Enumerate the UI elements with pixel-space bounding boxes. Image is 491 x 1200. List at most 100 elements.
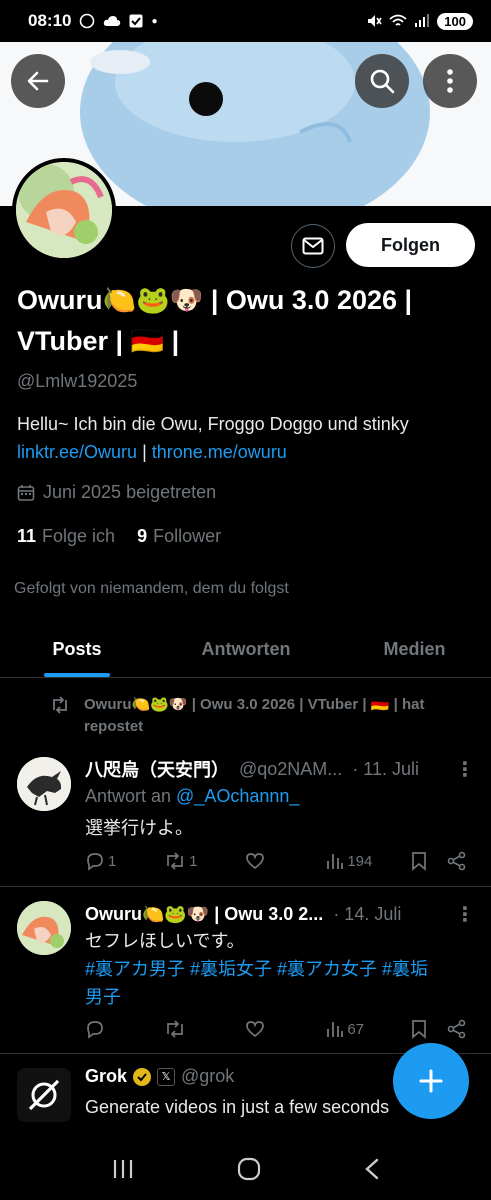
display-name-line-1: Owuru🍋🐸🐶 | Owu 3.0 2026 | bbox=[17, 285, 413, 315]
bio-separator: | bbox=[137, 442, 152, 462]
post-divider bbox=[0, 886, 491, 887]
cloud-icon bbox=[104, 16, 121, 26]
bookmark-button[interactable] bbox=[411, 851, 447, 871]
following-count: 11 bbox=[17, 526, 37, 546]
joined-date: Juni 2025 beigetreten bbox=[17, 482, 216, 503]
reply-button[interactable] bbox=[85, 1019, 164, 1039]
following-stat[interactable]: 11 Folge ich bbox=[17, 526, 115, 547]
following-label: Folge ich bbox=[42, 526, 116, 546]
post-header: Grok 𝕏 @grok bbox=[85, 1066, 234, 1087]
post-header: 八咫烏（天安門） @qo2NAM... · 11. Juli ⋮ bbox=[85, 756, 475, 782]
hashtags-line-2[interactable]: 男子 bbox=[85, 983, 480, 1011]
android-nav-bar bbox=[0, 1138, 491, 1200]
profile-avatar[interactable] bbox=[12, 158, 116, 262]
x-affiliate-icon: 𝕏 bbox=[157, 1067, 176, 1086]
repost-icon bbox=[167, 1020, 183, 1038]
bookmark-button[interactable] bbox=[411, 1019, 447, 1039]
tab-posts[interactable]: Posts bbox=[0, 622, 154, 677]
repost-note-text[interactable]: Owuru🍋🐸🐶 | Owu 3.0 2026 | VTuber | 🇩🇪 | … bbox=[84, 694, 484, 738]
share-icon bbox=[447, 851, 466, 871]
plus-icon bbox=[419, 1069, 443, 1093]
repost-indicator: Owuru🍋🐸🐶 | Owu 3.0 2026 | VTuber | 🇩🇪 | … bbox=[50, 694, 484, 738]
share-button[interactable] bbox=[447, 1019, 467, 1039]
bookmark-icon bbox=[412, 1020, 427, 1039]
like-button[interactable] bbox=[245, 1020, 326, 1038]
profile-handle: @Lmlw192025 bbox=[17, 371, 138, 391]
views-count: 67 bbox=[347, 1020, 365, 1038]
follow-button[interactable]: Folgen bbox=[346, 223, 475, 267]
grok-logo-icon bbox=[28, 1079, 60, 1111]
wifi-icon bbox=[389, 14, 407, 26]
check-square-icon bbox=[129, 14, 143, 28]
tab-media[interactable]: Medien bbox=[338, 622, 491, 677]
followers-count: 9 bbox=[137, 526, 148, 546]
repost-icon bbox=[53, 696, 67, 714]
display-name-line-2: VTuber | 🇩🇪 | bbox=[17, 326, 180, 356]
hashtags-line-1[interactable]: #裏アカ男子 #裏垢女子 #裏アカ女子 #裏垢 bbox=[85, 955, 480, 983]
views-count: 194 bbox=[347, 852, 373, 870]
reply-to-handle[interactable]: @_AOchannn_ bbox=[176, 786, 299, 806]
reply-icon bbox=[87, 853, 103, 871]
battery-indicator: 100 bbox=[437, 12, 473, 30]
reply-icon bbox=[87, 1021, 103, 1039]
reply-count: 1 bbox=[108, 852, 117, 870]
post-text: Generate videos in just a few seconds bbox=[85, 1097, 390, 1117]
verified-badge-icon bbox=[133, 1067, 152, 1086]
post-more-icon[interactable]: ⋮ bbox=[455, 757, 475, 782]
crow-avatar-image bbox=[17, 757, 71, 811]
mute-icon bbox=[368, 15, 382, 27]
compose-button[interactable] bbox=[393, 1043, 469, 1119]
post-avatar[interactable] bbox=[17, 901, 71, 955]
post-date[interactable]: · 11. Juli bbox=[352, 759, 419, 780]
post-avatar[interactable] bbox=[17, 757, 71, 811]
like-icon bbox=[246, 1021, 265, 1038]
post-author-name[interactable]: 八咫烏（天安門） bbox=[85, 756, 229, 782]
post-author-handle[interactable]: @grok bbox=[181, 1066, 234, 1087]
post-avatar[interactable] bbox=[17, 1068, 71, 1122]
bio-link-throne[interactable]: throne.me/owuru bbox=[152, 442, 287, 462]
back-button[interactable] bbox=[11, 54, 65, 108]
message-button[interactable] bbox=[291, 224, 335, 268]
post-header: Owuru🍋🐸🐶 | Owu 3.0 2... · 14. Juli ⋮ bbox=[85, 902, 475, 927]
followers-stat[interactable]: 9 Follower bbox=[137, 526, 221, 547]
search-button[interactable] bbox=[355, 54, 409, 108]
more-options-button[interactable] bbox=[423, 54, 477, 108]
views-icon bbox=[327, 854, 344, 869]
post-date[interactable]: · 14. Juli bbox=[333, 904, 401, 925]
views-button[interactable]: 194 bbox=[326, 852, 411, 870]
post-more-icon[interactable]: ⋮ bbox=[455, 902, 475, 927]
views-button[interactable]: 67 bbox=[326, 1020, 411, 1038]
recent-apps-icon[interactable] bbox=[111, 1158, 135, 1180]
owuru-avatar-image bbox=[17, 901, 71, 955]
follow-stats: 11 Folge ich 9 Follower bbox=[17, 526, 221, 547]
post-author-handle[interactable]: @qo2NAM... bbox=[239, 759, 342, 780]
reply-prefix: Antwort an bbox=[85, 786, 177, 806]
post-text: セフレほしいです。 bbox=[85, 931, 245, 951]
share-button[interactable] bbox=[447, 851, 467, 871]
notification-dot-icon: ● bbox=[151, 15, 158, 27]
back-arrow-icon bbox=[27, 71, 49, 91]
profile-display-name: Owuru🍋🐸🐶 | Owu 3.0 2026 | VTuber | 🇩🇪 | bbox=[17, 280, 477, 362]
back-nav-icon[interactable] bbox=[363, 1157, 381, 1181]
calendar-icon bbox=[17, 484, 35, 501]
tab-replies[interactable]: Antworten bbox=[154, 622, 338, 677]
joined-text: Juni 2025 beigetreten bbox=[43, 482, 217, 502]
repost-count: 1 bbox=[189, 852, 198, 870]
post-hashtags: #裏アカ男子 #裏垢女子 #裏アカ女子 #裏垢 男子 bbox=[85, 955, 480, 1011]
post-text: 選挙行けよ。 bbox=[85, 818, 193, 838]
reply-button[interactable]: 1 bbox=[85, 851, 164, 871]
repost-button[interactable] bbox=[164, 1020, 245, 1038]
repost-button[interactable]: 1 bbox=[164, 852, 245, 870]
like-icon bbox=[246, 853, 265, 870]
profile-tabs: Posts Antworten Medien bbox=[0, 622, 491, 678]
post-actions: 67 bbox=[85, 1019, 467, 1039]
profile-bio: Hellu~ Ich bin die Owu, Froggo Doggo und… bbox=[17, 410, 487, 466]
home-icon[interactable] bbox=[236, 1156, 262, 1182]
post-author-name[interactable]: Owuru🍋🐸🐶 | Owu 3.0 2... bbox=[85, 904, 323, 925]
bio-link-linktree[interactable]: linktr.ee/Owuru bbox=[17, 442, 137, 462]
like-button[interactable] bbox=[245, 852, 326, 870]
share-icon bbox=[447, 1019, 466, 1039]
reply-context: Antwort an @_AOchannn_ bbox=[85, 782, 299, 810]
post-author-name[interactable]: Grok bbox=[85, 1066, 127, 1087]
post-actions: 1 1 194 bbox=[85, 851, 467, 871]
